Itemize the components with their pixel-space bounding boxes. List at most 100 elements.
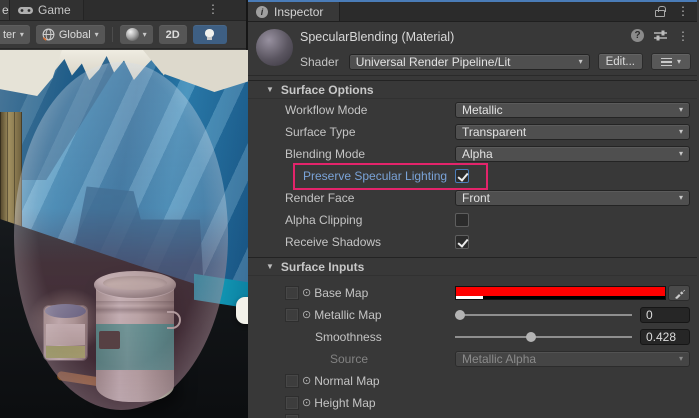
slider-knob[interactable] xyxy=(526,332,536,342)
dropdown-arrow-icon: ▾ xyxy=(20,31,24,39)
smoothness-label: Smoothness xyxy=(248,330,455,344)
metallic-map-labelgroup: ⊙ Metallic Map xyxy=(248,308,455,322)
metallic-map-label: Metallic Map xyxy=(314,308,381,322)
material-preview-sphere[interactable] xyxy=(256,29,293,66)
smoothness-source-row: Source Metallic Alpha ▾ xyxy=(248,348,697,370)
render-face-label: Render Face xyxy=(248,191,455,205)
surface-type-dropdown[interactable]: Transparent ▾ xyxy=(455,124,690,140)
blending-mode-label: Blending Mode xyxy=(248,147,455,161)
section-surface-inputs[interactable]: ▼ Surface Inputs xyxy=(248,257,697,276)
orientation-button[interactable]: Global ▾ xyxy=(36,25,105,44)
dropdown-arrow-icon: ▾ xyxy=(675,128,683,136)
lock-icon[interactable] xyxy=(655,10,665,17)
base-map-labelgroup: ⊙ Base Map xyxy=(248,286,455,300)
scene-toolbar: ter ▾ Global ▾ ▾ xyxy=(0,21,246,49)
alpha-clipping-label: Alpha Clipping xyxy=(248,213,455,227)
height-map-labelgroup: ⊙ Height Map xyxy=(248,396,455,410)
source-label: Source xyxy=(248,352,455,366)
normal-map-texture-slot[interactable] xyxy=(285,374,299,388)
next-map-row-partial xyxy=(248,414,697,418)
tab-game-label: Game xyxy=(38,3,71,17)
preserve-specular-row: Preserve Specular Lighting xyxy=(248,165,697,187)
presets-icon[interactable] xyxy=(654,30,667,41)
smoothness-row: Smoothness 0.428 xyxy=(248,326,697,348)
receive-shadows-row: Receive Shadows xyxy=(248,231,697,253)
height-map-label: Height Map xyxy=(314,396,375,410)
slider-knob[interactable] xyxy=(455,310,465,320)
shader-label: Shader xyxy=(300,55,339,69)
render-face-dropdown[interactable]: Front ▾ xyxy=(455,190,690,206)
base-map-texture-slot[interactable] xyxy=(285,286,299,300)
focused-panel-highlight xyxy=(248,0,697,2)
object-picker-icon[interactable]: ⊙ xyxy=(302,398,311,409)
eyedropper-button[interactable] xyxy=(668,285,690,301)
shader-edit-label: Edit... xyxy=(606,56,635,68)
alpha-clipping-checkbox[interactable] xyxy=(455,213,469,227)
dropdown-arrow-icon: ▾ xyxy=(677,58,681,66)
source-dropdown: Metallic Alpha ▾ xyxy=(455,351,690,367)
shader-menu-button[interactable]: ▾ xyxy=(651,53,691,70)
shading-mode-button[interactable]: ▾ xyxy=(120,25,153,44)
alpha-clipping-row: Alpha Clipping xyxy=(248,209,697,231)
normal-map-labelgroup: ⊙ Normal Map xyxy=(248,374,455,388)
object-picker-icon[interactable]: ⊙ xyxy=(302,310,311,321)
dropdown-value: Universal Render Pipeline/Lit xyxy=(356,55,511,69)
kebab-menu-icon[interactable]: ⋮ xyxy=(677,30,689,42)
material-header-icons: ? ⋮ xyxy=(631,29,689,42)
shader-edit-button[interactable]: Edit... xyxy=(598,53,643,70)
scene-lighting-toggle[interactable] xyxy=(193,25,227,44)
scene-white-object xyxy=(236,297,248,324)
blending-mode-dropdown[interactable]: Alpha ▾ xyxy=(455,146,690,162)
toolbar-separator xyxy=(112,27,113,42)
inspector-panel: i Inspector ⋮ SpecularBlending (Material… xyxy=(248,0,697,418)
color-alpha-bar xyxy=(456,296,665,299)
dropdown-arrow-icon: ▾ xyxy=(675,355,683,363)
foldout-triangle-icon: ▼ xyxy=(266,85,274,94)
kebab-menu-icon[interactable]: ⋮ xyxy=(207,2,219,16)
orientation-label: Global xyxy=(59,29,91,41)
base-map-color-field[interactable] xyxy=(455,286,666,300)
surface-type-row: Surface Type Transparent ▾ xyxy=(248,121,697,143)
metallic-slider[interactable] xyxy=(455,308,632,322)
metallic-map-texture-slot[interactable] xyxy=(285,308,299,322)
eyedropper-icon xyxy=(674,288,685,299)
scene-view-panel: e Game ⋮ ter ▾ xyxy=(0,0,248,418)
color-alpha-fill xyxy=(456,296,483,299)
tab-game[interactable]: Game xyxy=(10,0,84,20)
pivot-mode-button[interactable]: ter ▾ xyxy=(0,25,30,44)
dropdown-arrow-icon: ▾ xyxy=(143,31,147,39)
workflow-mode-row: Workflow Mode Metallic ▾ xyxy=(248,99,697,121)
texture-slot xyxy=(285,414,299,418)
help-icon[interactable]: ? xyxy=(631,29,644,42)
globe-icon xyxy=(42,28,55,41)
workflow-mode-dropdown[interactable]: Metallic ▾ xyxy=(455,102,690,118)
smoothness-slider[interactable] xyxy=(455,330,632,344)
scene-transparent-sphere xyxy=(14,62,228,410)
unity-editor: e Game ⋮ ter ▾ xyxy=(0,0,699,418)
shading-mode-icon xyxy=(126,28,139,41)
section-surface-inputs-title: Surface Inputs xyxy=(281,260,364,274)
metallic-value-field[interactable]: 0 xyxy=(640,307,690,323)
receive-shadows-label: Receive Shadows xyxy=(248,235,455,249)
preserve-specular-checkbox[interactable] xyxy=(455,169,469,183)
scene-viewport[interactable] xyxy=(0,50,248,418)
material-header: SpecularBlending (Material) ? ⋮ Shader U… xyxy=(248,22,697,76)
smoothness-value-field[interactable]: 0.428 xyxy=(640,329,690,345)
tab-inspector[interactable]: i Inspector xyxy=(248,2,340,21)
receive-shadows-checkbox[interactable] xyxy=(455,235,469,249)
section-surface-options[interactable]: ▼ Surface Options xyxy=(248,80,697,99)
toggle-2d-button[interactable]: 2D xyxy=(159,25,187,44)
dropdown-arrow-icon: ▾ xyxy=(95,31,99,39)
workflow-mode-label: Workflow Mode xyxy=(248,103,455,117)
foldout-triangle-icon: ▼ xyxy=(266,262,274,271)
dropdown-arrow-icon: ▾ xyxy=(675,150,683,158)
dropdown-value: Front xyxy=(462,191,490,205)
object-picker-icon[interactable]: ⊙ xyxy=(302,376,311,387)
object-picker-icon[interactable]: ⊙ xyxy=(302,288,311,299)
height-map-texture-slot[interactable] xyxy=(285,396,299,410)
tab-scene-partial[interactable]: e xyxy=(0,0,10,20)
shader-dropdown[interactable]: Universal Render Pipeline/Lit ▾ xyxy=(349,54,590,70)
normal-map-row: ⊙ Normal Map xyxy=(248,370,697,392)
partial-labelgroup xyxy=(248,414,455,418)
kebab-menu-icon[interactable]: ⋮ xyxy=(677,5,689,17)
